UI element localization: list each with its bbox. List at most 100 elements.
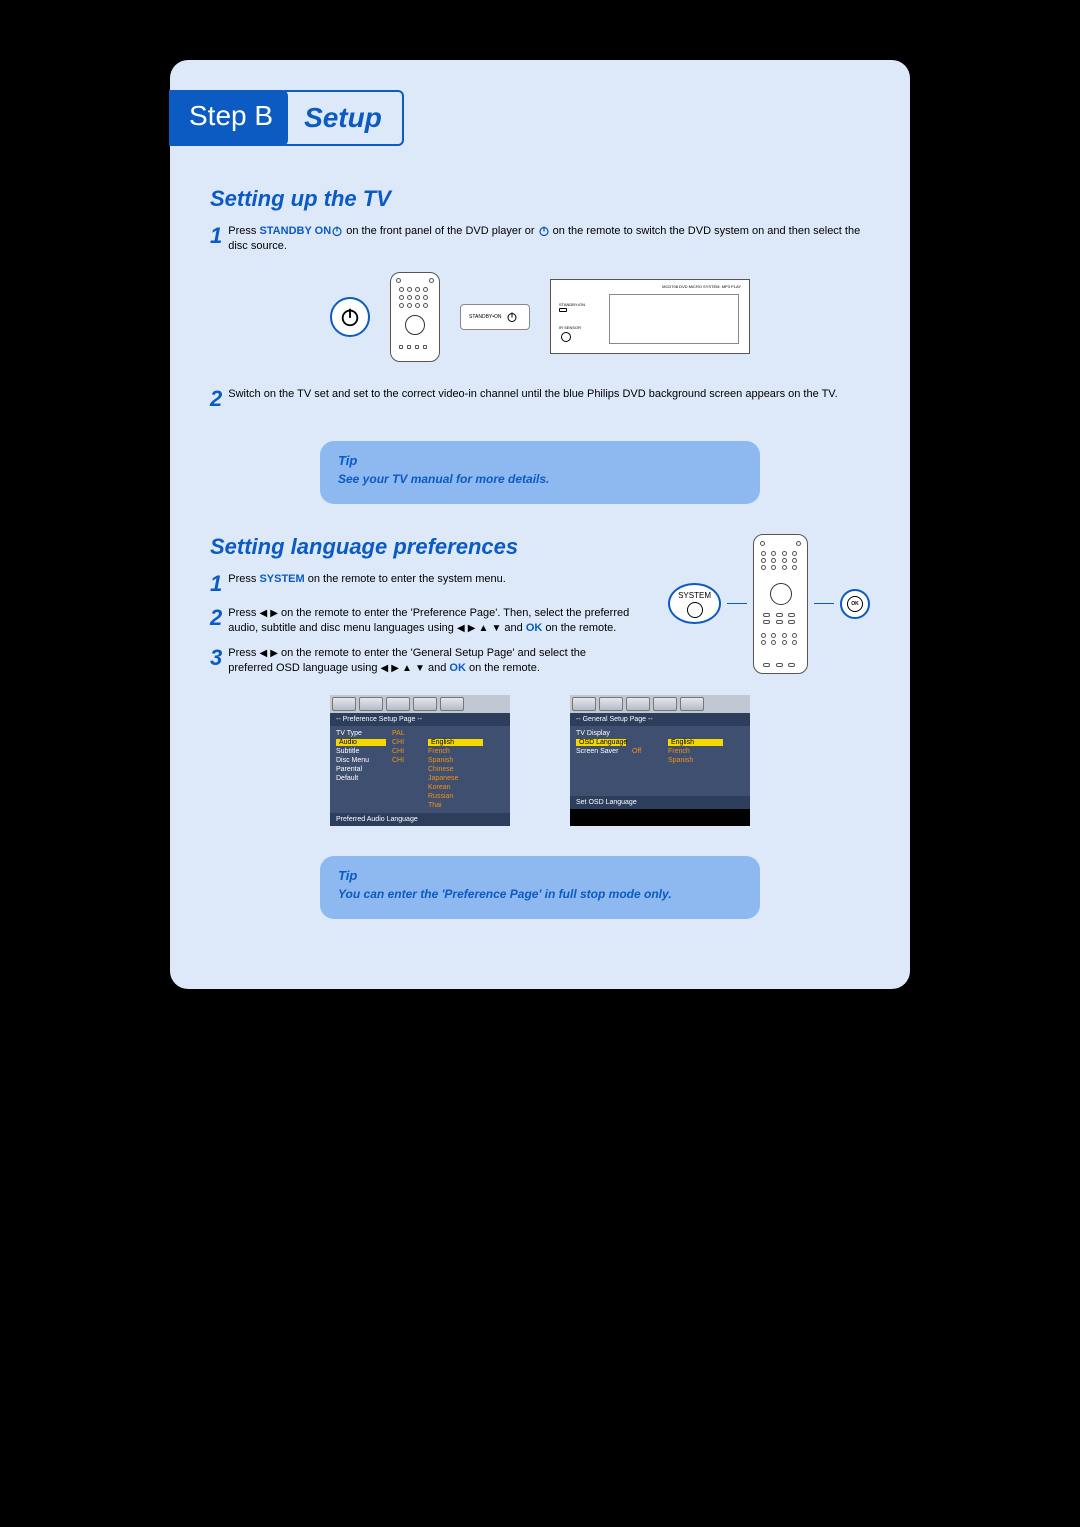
remote-system-ok-diagram: SYSTEM bbox=[668, 534, 870, 674]
left-arrow-icon: ◀ bbox=[259, 648, 267, 659]
step-text: Press SYSTEM on the remote to enter the … bbox=[228, 572, 630, 587]
step-text: Switch on the TV set and set to the corr… bbox=[228, 387, 870, 402]
osd-cell bbox=[392, 775, 422, 782]
osd-cell bbox=[392, 766, 422, 773]
right-arrow-icon: ▶ bbox=[270, 608, 278, 619]
power-icon bbox=[331, 225, 343, 237]
osd-cell: OSD Language bbox=[576, 739, 626, 746]
tip-text: See your TV manual for more details. bbox=[338, 472, 742, 486]
system-circle-icon bbox=[687, 602, 703, 618]
osd-cell bbox=[428, 730, 483, 737]
osd-cell: Spanish bbox=[428, 757, 483, 764]
step-number: 3 bbox=[210, 646, 222, 670]
ok-button-callout: OK bbox=[840, 589, 870, 619]
step-number: 2 bbox=[210, 387, 222, 411]
osd-cell: Audio bbox=[336, 739, 386, 746]
tip-title: Tip bbox=[338, 453, 742, 468]
callout-label: STANDBY•ON bbox=[469, 314, 502, 320]
osd-footer: Preferred Audio Language bbox=[330, 813, 510, 826]
osd-cell: Thai bbox=[428, 802, 483, 809]
standby-on-label: STANDBY ON bbox=[259, 225, 331, 237]
tip-box-1: Tip See your TV manual for more details. bbox=[320, 441, 760, 504]
device-ir-label: IR SENSOR bbox=[559, 325, 581, 330]
osd-cell: French bbox=[668, 748, 723, 755]
osd-cell bbox=[632, 757, 662, 764]
system-text: SYSTEM bbox=[678, 591, 711, 600]
step-text: Press ◀ ▶ on the remote to enter the 'Pr… bbox=[228, 606, 630, 636]
connector-line bbox=[727, 603, 747, 604]
page-card: Step B Setup Setting up the TV 1 Press S… bbox=[170, 60, 910, 989]
figure-row-devices: STANDBY•ON MCD708 DVD MICRO SYSTEM. MP3 … bbox=[210, 272, 870, 362]
connector-line bbox=[814, 603, 834, 604]
ok-label: OK bbox=[449, 662, 466, 674]
step-1: 1 Press STANDBY ON on the front panel of… bbox=[210, 224, 870, 254]
osd-cell: TV Type bbox=[336, 730, 386, 737]
osd-cell bbox=[632, 730, 662, 737]
osd-cell: English bbox=[668, 739, 723, 746]
tip-title: Tip bbox=[338, 868, 742, 883]
step-setup-label: Setup bbox=[284, 90, 404, 146]
osd-general-setup-page: -- General Setup Page -- TV DisplayOSD L… bbox=[570, 695, 750, 826]
osd-cell bbox=[336, 793, 386, 800]
lang-step-2: 2 Press ◀ ▶ on the remote to enter the '… bbox=[210, 606, 630, 636]
osd-cell: Russian bbox=[428, 793, 483, 800]
osd-cell: PAL bbox=[392, 730, 422, 737]
d-pad bbox=[770, 583, 792, 605]
down-arrow-icon: ▼ bbox=[415, 663, 425, 674]
osd-cell bbox=[392, 784, 422, 791]
right-arrow-icon: ▶ bbox=[391, 663, 399, 674]
osd-footer: Set OSD Language bbox=[570, 796, 750, 809]
tip-box-2: Tip You can enter the 'Preference Page' … bbox=[320, 856, 760, 919]
standby-on-callout: STANDBY•ON bbox=[460, 304, 530, 330]
step-number: 1 bbox=[210, 572, 222, 596]
power-icon bbox=[538, 225, 550, 237]
ok-text: OK bbox=[851, 601, 859, 607]
right-arrow-icon: ▶ bbox=[468, 623, 476, 634]
section-title-tv: Setting up the TV bbox=[210, 186, 870, 212]
osd-cell bbox=[336, 784, 386, 791]
device-ir-sensor bbox=[561, 332, 571, 342]
osd-body: TV DisplayOSD LanguageEnglishScreen Save… bbox=[570, 726, 750, 796]
step-text: Press STANDBY ON on the front panel of t… bbox=[228, 224, 870, 254]
left-arrow-icon: ◀ bbox=[381, 663, 389, 674]
osd-cell: CHI bbox=[392, 748, 422, 755]
dvd-player-illustration: MCD708 DVD MICRO SYSTEM. MP3 PLAY STANDB… bbox=[550, 279, 750, 354]
osd-cell bbox=[336, 802, 386, 809]
osd-preference-page: -- Preference Setup Page -- TV Type PAL Au… bbox=[330, 695, 510, 826]
osd-cell: CHI bbox=[392, 739, 422, 746]
device-standby-label: STANDBY•ON bbox=[559, 302, 585, 307]
osd-cell bbox=[576, 757, 626, 764]
step-number: 1 bbox=[210, 224, 222, 248]
up-arrow-icon: ▲ bbox=[479, 623, 489, 634]
osd-cell bbox=[668, 730, 723, 737]
osd-cell: Chinese bbox=[428, 766, 483, 773]
osd-cell: French bbox=[428, 748, 483, 755]
osd-cell: English bbox=[428, 739, 483, 746]
osd-cell: Japanese bbox=[428, 775, 483, 782]
device-standby-button bbox=[559, 308, 567, 312]
power-button-illustration bbox=[330, 297, 370, 337]
osd-cell: Default bbox=[336, 775, 386, 782]
left-arrow-icon: ◀ bbox=[259, 608, 267, 619]
step-badge: Step B bbox=[169, 90, 288, 146]
osd-cell bbox=[392, 793, 422, 800]
osd-cell: TV Display bbox=[576, 730, 626, 737]
osd-cell: Korean bbox=[428, 784, 483, 791]
osd-cell bbox=[392, 802, 422, 809]
osd-header: -- Preference Setup Page -- bbox=[330, 713, 510, 726]
device-model-label: MCD708 DVD MICRO SYSTEM. MP3 PLAY bbox=[662, 284, 741, 289]
osd-screens-row: -- Preference Setup Page -- TV Type PAL Au… bbox=[210, 695, 870, 826]
section-setting-up-tv: Setting up the TV 1 Press STANDBY ON on … bbox=[170, 186, 910, 411]
up-arrow-icon: ▲ bbox=[402, 663, 412, 674]
down-arrow-icon: ▼ bbox=[491, 623, 501, 634]
device-display-panel bbox=[609, 294, 739, 344]
system-label: SYSTEM bbox=[259, 573, 304, 585]
osd-cell bbox=[632, 739, 662, 746]
right-arrow-icon: ▶ bbox=[270, 648, 278, 659]
osd-cell: Parental bbox=[336, 766, 386, 773]
osd-cell: Off bbox=[632, 748, 662, 755]
lang-step-1: 1 Press SYSTEM on the remote to enter th… bbox=[210, 572, 630, 596]
power-icon bbox=[506, 311, 518, 323]
remote-illustration-small bbox=[390, 272, 440, 362]
lang-step-3: 3 Press ◀ ▶ on the remote to enter the '… bbox=[210, 646, 630, 676]
